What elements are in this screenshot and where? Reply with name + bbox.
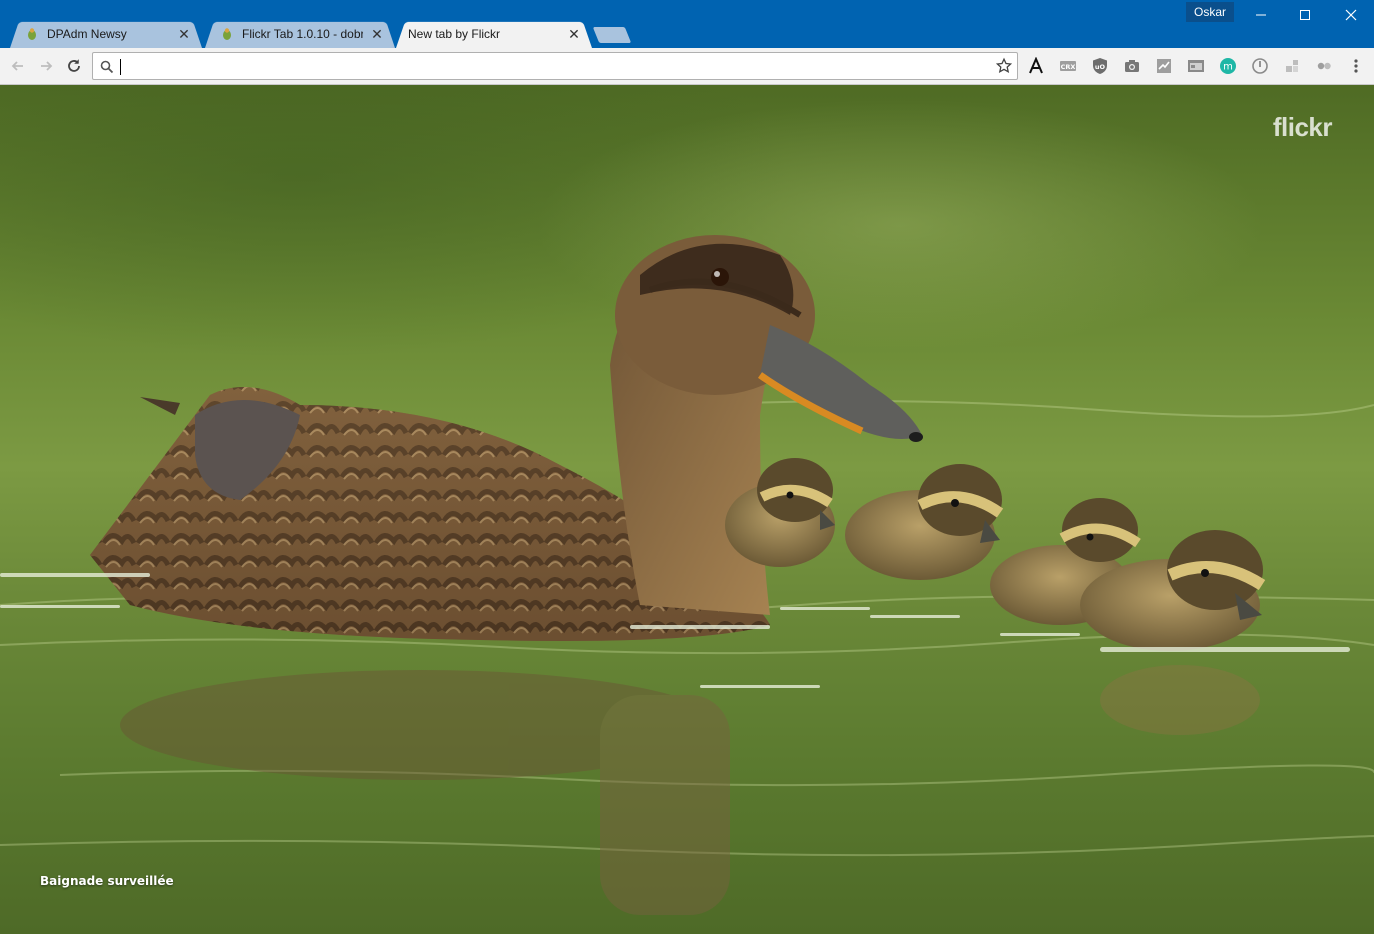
forward-icon[interactable]	[34, 54, 58, 78]
flickr-dino-favicon-icon	[24, 26, 40, 42]
toolbar: CRX uO m	[0, 48, 1374, 85]
new-tab-button[interactable]	[592, 27, 632, 43]
search-icon	[99, 59, 115, 75]
address-input[interactable]	[119, 56, 979, 76]
reload-icon[interactable]	[62, 54, 86, 78]
tab-title: DPAdm Newsy	[47, 26, 127, 41]
address-bar[interactable]	[92, 52, 1018, 80]
new-tab-page: flickr Baignade surveillée	[0, 85, 1374, 934]
close-tab-icon[interactable]: ✕	[176, 26, 192, 42]
svg-text:CRX: CRX	[1061, 63, 1076, 71]
chrome-menu-icon[interactable]	[1347, 57, 1365, 75]
profile-button[interactable]: Oskar	[1186, 2, 1235, 22]
crx-icon[interactable]: CRX	[1059, 57, 1077, 75]
dots-icon[interactable]	[1315, 57, 1333, 75]
tab-title: New tab by Flickr	[408, 26, 501, 41]
maximize-icon[interactable]	[1282, 0, 1328, 30]
ublock-icon[interactable]: uO	[1091, 57, 1109, 75]
svg-text:m: m	[1223, 62, 1233, 73]
puzzle-icon[interactable]	[1283, 57, 1301, 75]
background-photo	[0, 235, 1374, 915]
flickr-dino-favicon-icon	[219, 26, 235, 42]
tab-title: Flickr Tab 1.0.10 - dobrep	[242, 26, 363, 41]
text-caret	[120, 59, 121, 75]
svg-text:uO: uO	[1095, 63, 1106, 71]
tab-flickr-tab[interactable]: Flickr Tab 1.0.10 - dobrep ✕	[205, 19, 395, 48]
power-icon[interactable]	[1251, 57, 1269, 75]
camera-icon[interactable]	[1123, 57, 1141, 75]
title-bar: DPAdm Newsy ✕ Flickr Tab 1.0.10 - dobrep…	[0, 0, 1374, 48]
back-icon[interactable]	[6, 54, 30, 78]
close-tab-icon[interactable]: ✕	[369, 26, 385, 42]
font-a-icon[interactable]	[1027, 57, 1045, 75]
close-tab-icon[interactable]: ✕	[566, 26, 582, 42]
photo-caption[interactable]: Baignade surveillée	[40, 874, 174, 888]
tab-new-tab-by-flickr[interactable]: New tab by Flickr ✕	[396, 19, 592, 48]
screenshot-icon[interactable]	[1155, 57, 1173, 75]
close-window-icon[interactable]	[1328, 0, 1374, 30]
tab-dpadm-newsy[interactable]: DPAdm Newsy ✕	[10, 19, 202, 48]
m-icon[interactable]: m	[1219, 57, 1237, 75]
window-icon[interactable]	[1187, 57, 1205, 75]
minimize-icon[interactable]	[1238, 0, 1284, 30]
bookmark-star-icon[interactable]	[995, 57, 1013, 75]
flickr-logo[interactable]: flickr	[1273, 112, 1333, 143]
